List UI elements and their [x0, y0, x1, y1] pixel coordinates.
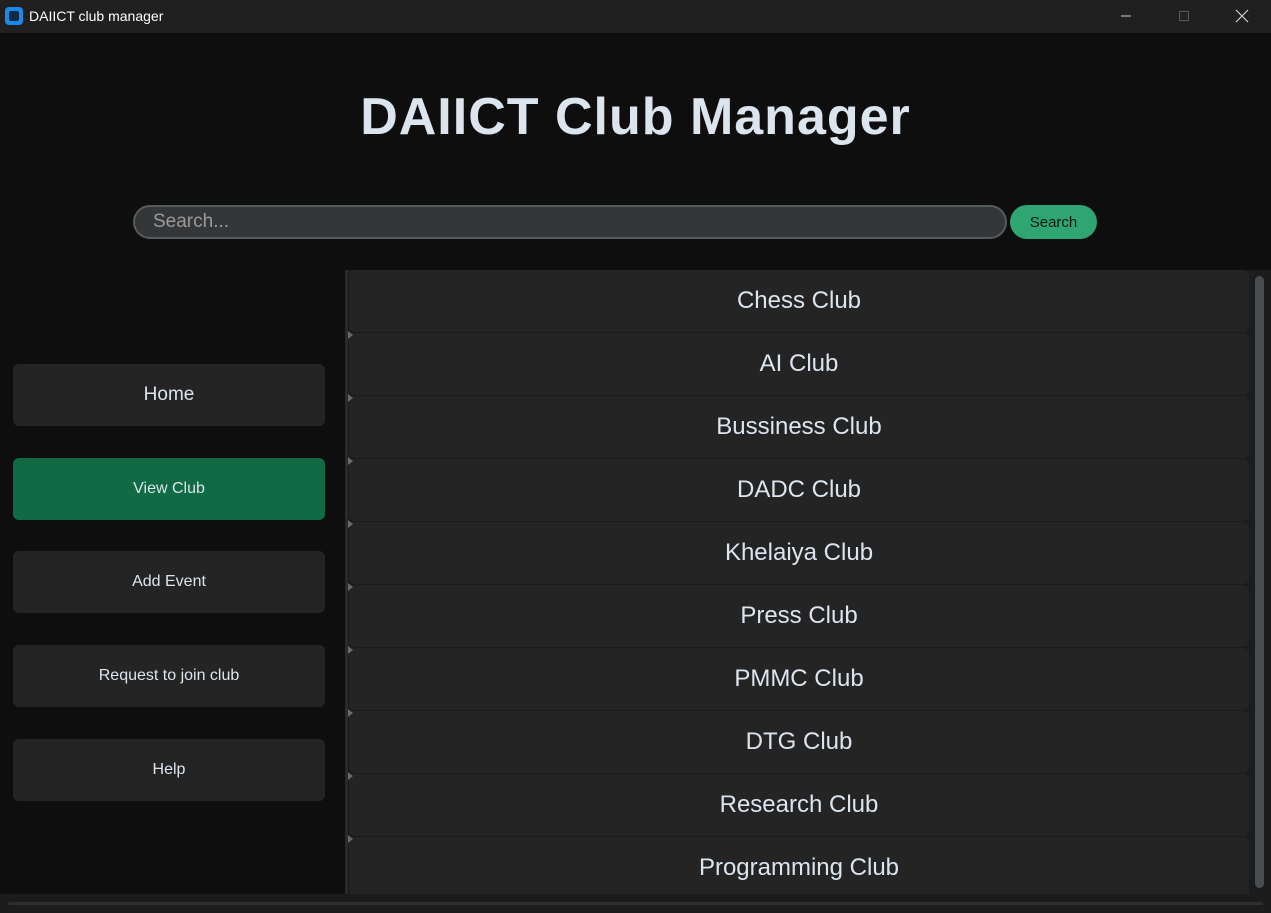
- row-marker-icon: [348, 646, 353, 654]
- club-label: Programming Club: [698, 854, 900, 881]
- club-label: Chess Club: [736, 287, 862, 314]
- horizontal-scrollbar[interactable]: [8, 902, 1263, 905]
- club-label: Bussiness Club: [716, 413, 882, 440]
- row-marker-icon: [348, 583, 353, 591]
- close-icon: [1235, 9, 1249, 23]
- club-label: AI Club: [759, 350, 839, 377]
- panel-divider: [345, 270, 348, 894]
- club-item-dadc[interactable]: DADC Club: [348, 457, 1249, 521]
- search-input[interactable]: [133, 205, 1007, 239]
- nav-help-button[interactable]: Help: [13, 739, 325, 801]
- scrollbar-thumb[interactable]: [1255, 276, 1264, 888]
- window-controls: [1097, 0, 1271, 32]
- club-label: DADC Club: [736, 476, 862, 503]
- club-item-khelaiya[interactable]: Khelaiya Club: [348, 520, 1249, 584]
- close-button[interactable]: [1213, 0, 1271, 32]
- club-item-ai[interactable]: AI Club: [348, 331, 1249, 395]
- sidebar: Home View Club Add Event Request to join…: [0, 271, 345, 894]
- club-item-chess[interactable]: Chess Club: [349, 270, 1249, 332]
- row-marker-icon: [348, 520, 353, 528]
- club-item-research[interactable]: Research Club: [348, 772, 1249, 836]
- maximize-button[interactable]: [1155, 0, 1213, 32]
- club-label: PMMC Club: [734, 665, 864, 692]
- nav-add-event-button[interactable]: Add Event: [13, 551, 325, 613]
- nav-view-club-button[interactable]: View Club: [13, 458, 325, 520]
- app-main: DAIICT Club Manager Search Home View Clu…: [0, 33, 1271, 913]
- club-label: Press Club: [740, 602, 858, 629]
- page-title: DAIICT Club Manager: [360, 88, 911, 146]
- nav-home-button[interactable]: Home: [13, 364, 325, 426]
- club-item-press[interactable]: Press Club: [348, 583, 1249, 647]
- maximize-icon: [1179, 11, 1189, 21]
- club-label: DTG Club: [745, 728, 853, 755]
- club-item-dtg[interactable]: DTG Club: [348, 709, 1249, 773]
- window-title: DAIICT club manager: [29, 8, 164, 24]
- row-marker-icon: [348, 835, 353, 843]
- club-label: Research Club: [719, 791, 879, 818]
- club-item-programming[interactable]: Programming Club: [348, 835, 1249, 894]
- nav-request-join-button[interactable]: Request to join club: [13, 645, 325, 707]
- club-label: Khelaiya Club: [724, 539, 874, 566]
- row-marker-icon: [348, 709, 353, 717]
- club-item-pmmc[interactable]: PMMC Club: [348, 646, 1249, 710]
- minimize-button[interactable]: [1097, 0, 1155, 32]
- row-marker-icon: [348, 394, 353, 402]
- row-marker-icon: [348, 331, 353, 339]
- app-icon: [5, 7, 23, 25]
- search-button[interactable]: Search: [1010, 205, 1097, 239]
- window-titlebar: DAIICT club manager: [0, 0, 1271, 32]
- club-list[interactable]: Chess Club AI Club Bussiness Club DADC C…: [345, 270, 1271, 894]
- vertical-scrollbar[interactable]: [1250, 270, 1268, 894]
- bottom-bar: [0, 894, 1271, 913]
- row-marker-icon: [348, 772, 353, 780]
- club-item-business[interactable]: Bussiness Club: [348, 394, 1249, 458]
- minimize-icon: [1121, 15, 1131, 17]
- row-marker-icon: [348, 457, 353, 465]
